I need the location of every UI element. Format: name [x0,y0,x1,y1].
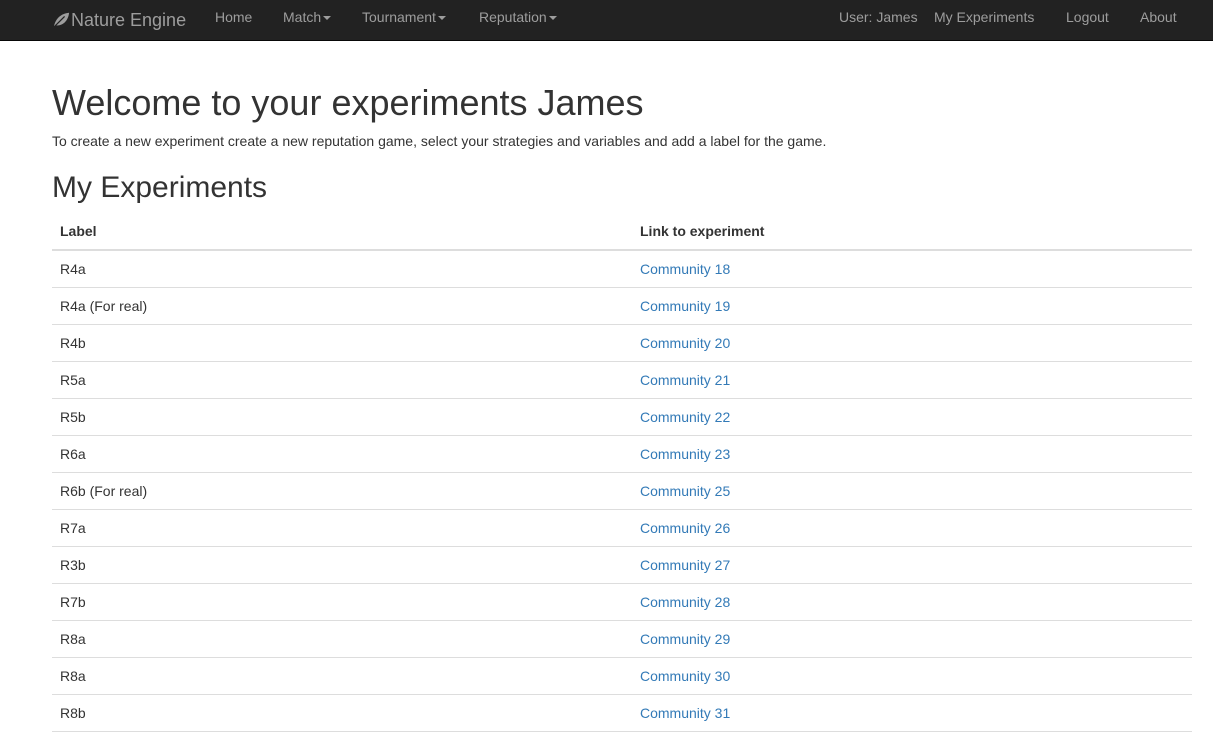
row-link-cell: Community 18 [632,251,1192,287]
row-label: R6b (For real) [60,483,148,499]
section-title: My Experiments [52,171,268,204]
brand-link[interactable]: Nature Engine [52,0,186,40]
brand-label: Nature Engine [71,9,187,30]
table-row: R8a Community 30 [52,658,1192,695]
experiment-link[interactable]: Community 30 [640,668,730,684]
experiments-table: Label Link to experiment R4a Community 18… [52,213,1192,732]
experiment-link[interactable]: Community 28 [640,594,730,610]
row-label: R6a [60,446,86,462]
row-link-cell: Community 25 [632,473,1192,509]
nav-my-experiments[interactable]: My Experiments [934,0,1034,40]
nav-reputation-dropdown[interactable]: Reputation [479,0,557,40]
row-label: R8a [60,668,86,684]
row-link-cell: Community 23 [632,436,1192,472]
row-link-cell: Community 30 [632,658,1192,694]
nav-home-label: Home [215,9,253,25]
nav-tournament-label: Tournament [362,9,436,25]
nav-tournament-dropdown[interactable]: Tournament [362,0,446,40]
row-link-cell: Community 21 [632,362,1192,398]
table-body: R4a Community 18 R4a (For real) Community 1… [52,251,1192,732]
nav-logout[interactable]: Logout [1066,0,1109,40]
row-link-cell: Community 27 [632,547,1192,583]
row-link-cell: Community 29 [632,621,1192,657]
table-row: R7a Community 26 [52,510,1192,547]
row-link-cell: Community 20 [632,325,1192,361]
table-row: R5b Community 22 [52,399,1192,436]
experiment-link[interactable]: Community 29 [640,631,730,647]
experiment-link[interactable]: Community 31 [640,705,730,721]
row-label: R4b [60,335,86,351]
table-row: R4b Community 20 [52,325,1192,362]
header-label: Label [60,223,97,239]
row-link-cell: Community 31 [632,695,1192,731]
experiment-link[interactable]: Community 27 [640,557,730,573]
nav-user[interactable]: User: James [839,0,918,40]
experiment-link[interactable]: Community 19 [640,298,730,314]
experiment-link[interactable]: Community 26 [640,520,730,536]
table-row: R7b Community 28 [52,584,1192,621]
row-label: R8b [60,705,86,721]
experiment-link[interactable]: Community 23 [640,446,730,462]
row-label: R5a [60,372,86,388]
row-label: R3b [60,557,86,573]
row-label: R4a [60,261,86,277]
table-row: R3b Community 27 [52,547,1192,584]
table-row: R4a Community 18 [52,251,1192,288]
table-row: R5a Community 21 [52,362,1192,399]
top-navbar: Nature Engine Home Match Tournament Repu… [0,0,1213,41]
table-row: R4a (For real) Community 19 [52,288,1192,325]
intro-text: To create a new experiment create a new … [52,133,827,149]
table-row: R8b Community 31 [52,695,1192,732]
row-link-cell: Community 22 [632,399,1192,435]
row-link-cell: Community 19 [632,288,1192,324]
nav-home[interactable]: Home [215,0,252,40]
row-link-cell: Community 26 [632,510,1192,546]
header-link: Link to experiment [640,223,765,239]
row-label: R8a [60,631,86,647]
page-title: Welcome to your experiments James [52,82,644,123]
experiment-link[interactable]: Community 22 [640,409,730,425]
row-label: R5b [60,409,86,425]
row-link-cell: Community 28 [632,584,1192,620]
nav-reputation-label: Reputation [479,9,547,25]
nav-about[interactable]: About [1140,0,1177,40]
caret-down-icon [548,16,557,21]
row-label: R4a (For real) [60,298,148,314]
table-header: Label Link to experiment [52,213,1192,251]
table-row: R6b (For real) Community 25 [52,473,1192,510]
nav-match-dropdown[interactable]: Match [283,0,332,40]
caret-down-icon [323,16,332,21]
experiment-link[interactable]: Community 25 [640,483,730,499]
table-row: R6a Community 23 [52,436,1192,473]
experiment-link[interactable]: Community 20 [640,335,730,351]
experiment-link[interactable]: Community 18 [640,261,730,277]
row-label: R7b [60,594,86,610]
leaf-icon [53,12,70,28]
row-label: R7a [60,520,86,536]
caret-down-icon [437,16,446,21]
table-row: R8a Community 29 [52,621,1192,658]
experiment-link[interactable]: Community 21 [640,372,730,388]
nav-match-label: Match [283,9,322,25]
